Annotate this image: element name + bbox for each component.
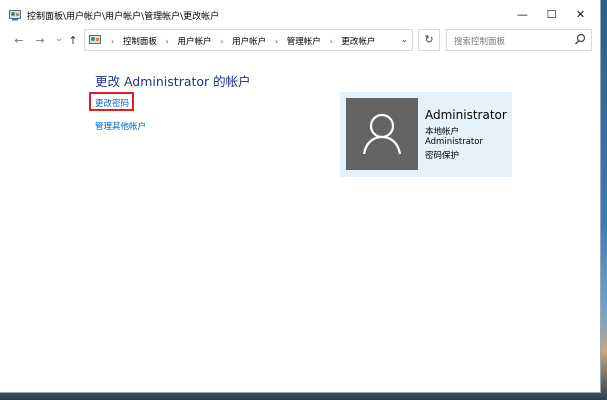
account-card: Administrator 本地帐户 Administrator 密码保护 xyxy=(340,92,512,177)
account-type: 本地帐户 xyxy=(425,127,460,137)
chevron-down-icon[interactable]: ⌄ xyxy=(401,35,408,44)
breadcrumb-user-accounts[interactable]: 用户帐户 xyxy=(178,37,212,47)
chevron-right-icon[interactable]: › xyxy=(275,37,278,46)
avatar xyxy=(346,98,418,170)
title-bar: 控制面板\用户帐户\用户帐户\管理帐户\更改帐户 — ☐ ✕ xyxy=(0,0,600,30)
control-panel-window: 控制面板\用户帐户\用户帐户\管理帐户\更改帐户 — ☐ ✕ ← → ⌄ ↑ ›… xyxy=(0,0,601,393)
window-title: 控制面板\用户帐户\用户帐户\管理帐户\更改帐户 xyxy=(27,12,220,22)
change-password-link[interactable]: 更改密码 xyxy=(95,97,129,109)
chevron-right-icon: › xyxy=(111,37,115,46)
recent-dropdown-icon[interactable]: ⌄ xyxy=(52,31,66,47)
refresh-icon[interactable]: ↻ xyxy=(418,29,440,51)
control-panel-icon xyxy=(89,34,101,46)
chevron-right-icon[interactable]: › xyxy=(220,37,223,46)
back-arrow-icon[interactable]: ← xyxy=(12,33,26,49)
address-bar[interactable]: › 控制面板 › 用户帐户 › 用户帐户 › 管理帐户 › 更改帐户 ⌄ xyxy=(84,29,413,51)
breadcrumb-manage-accounts[interactable]: 管理帐户 xyxy=(287,37,321,47)
page-title: 更改 Administrator 的帐户 xyxy=(95,74,251,89)
search-placeholder: 搜索控制面板 xyxy=(454,37,506,47)
account-protection: 密码保护 xyxy=(425,151,460,161)
user-icon xyxy=(362,113,402,155)
account-group: Administrator xyxy=(425,137,483,147)
manage-other-accounts-link[interactable]: 管理其他帐户 xyxy=(95,120,146,132)
account-name: Administrator xyxy=(425,108,507,122)
breadcrumb-user-accounts-sub[interactable]: 用户帐户 xyxy=(232,37,266,47)
control-panel-icon xyxy=(9,9,21,21)
breadcrumb-change-account[interactable]: 更改帐户 xyxy=(341,37,375,47)
up-arrow-icon[interactable]: ↑ xyxy=(66,33,80,49)
chevron-right-icon[interactable]: › xyxy=(166,37,169,46)
breadcrumb-control-panel[interactable]: 控制面板 xyxy=(123,37,157,47)
search-icon[interactable] xyxy=(574,33,586,47)
breadcrumb: › 控制面板 › 用户帐户 › 用户帐户 › 管理帐户 › 更改帐户 xyxy=(105,35,375,47)
forward-arrow-icon[interactable]: → xyxy=(33,33,47,49)
chevron-right-icon[interactable]: › xyxy=(330,37,333,46)
search-input[interactable]: 搜索控制面板 xyxy=(446,29,592,51)
close-button[interactable]: ✕ xyxy=(564,0,597,30)
